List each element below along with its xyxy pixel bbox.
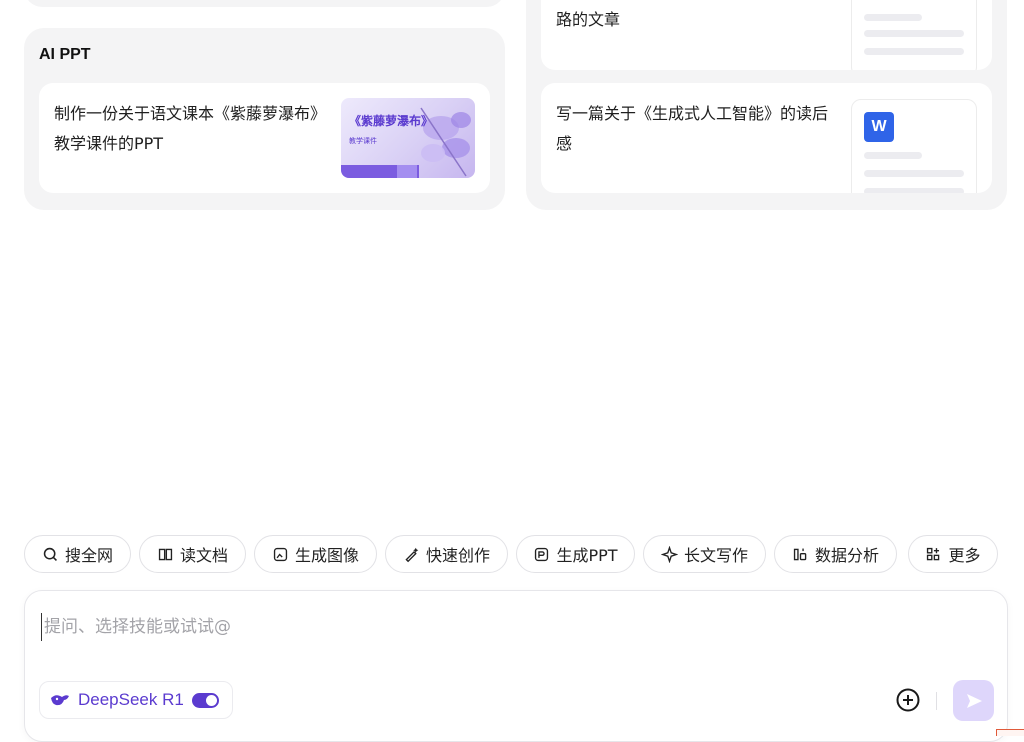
sparkle-icon xyxy=(660,545,678,563)
model-selector[interactable]: DeepSeek R1 xyxy=(39,681,233,719)
chip-quick-create[interactable]: 快速创作 xyxy=(385,535,508,573)
writing-panel: 路的文章 W 写一篇关于《生成式人工智能》的读后感 W xyxy=(526,0,1007,210)
thumb-bar-accent xyxy=(397,165,417,178)
deep-think-toggle[interactable] xyxy=(191,692,219,708)
chip-label: 快速创作 xyxy=(425,546,490,565)
chat-composer: DeepSeek R1 xyxy=(24,590,1008,742)
chip-data-analysis[interactable]: 数据分析 xyxy=(774,535,897,573)
chip-label: 更多 xyxy=(948,546,981,565)
ai-ppt-panel: AI PPT 制作一份关于语文课本《紫藤萝瀑布》教学课件的PPT 《紫藤萝瀑布》… xyxy=(24,28,505,210)
toolbar-divider xyxy=(936,692,937,710)
search-icon xyxy=(43,547,57,561)
chip-more[interactable]: 更多 xyxy=(908,535,998,573)
ppt-thumbnail: 《紫藤萝瀑布》 教学课件 xyxy=(341,98,475,178)
image-gen-icon xyxy=(273,547,288,561)
word-icon: W xyxy=(864,112,894,142)
send-icon xyxy=(966,693,982,708)
thumb-subtitle: 教学课件 xyxy=(349,137,377,145)
doc-line xyxy=(864,30,964,37)
chip-generate-image[interactable]: 生成图像 xyxy=(254,535,377,573)
card-prompt-text: 制作一份关于语文课本《紫藤萝瀑布》教学课件的PPT xyxy=(54,104,319,153)
word-doc-thumbnail: W xyxy=(851,0,977,70)
previous-panel xyxy=(24,0,505,7)
prompt-input[interactable] xyxy=(41,613,946,641)
chip-label: 数据分析 xyxy=(814,546,879,565)
chip-search-web[interactable]: 搜全网 xyxy=(24,535,131,573)
pen-sparkle-icon xyxy=(405,547,419,562)
model-label: DeepSeek R1 xyxy=(78,690,184,709)
chip-label: 搜全网 xyxy=(64,546,113,565)
section-title: AI PPT xyxy=(39,46,91,63)
chip-label: 生成PPT xyxy=(556,546,618,565)
writing-example-card-2[interactable]: 写一篇关于《生成式人工智能》的读后感 W xyxy=(541,83,992,193)
thumb-title: 《紫藤萝瀑布》 xyxy=(349,114,434,128)
doc-line xyxy=(864,170,964,177)
read-doc-icon xyxy=(158,548,173,560)
chip-label: 读文档 xyxy=(179,546,228,565)
chip-long-writing[interactable]: 长文写作 xyxy=(643,535,766,573)
card-prompt-text: 路的文章 xyxy=(556,10,621,29)
writing-example-card-1[interactable]: 路的文章 W xyxy=(541,0,992,70)
send-button[interactable] xyxy=(953,680,994,721)
add-attachment-icon[interactable] xyxy=(895,687,921,713)
ppt-icon xyxy=(535,547,549,561)
chip-label: 生成图像 xyxy=(294,546,359,565)
chart-icon xyxy=(793,548,807,560)
doc-line xyxy=(864,48,964,55)
grid-plus-icon xyxy=(927,547,940,560)
deepseek-whale-icon xyxy=(51,695,69,706)
chip-label: 长文写作 xyxy=(683,546,748,565)
doc-line xyxy=(864,152,922,159)
ppt-example-card[interactable]: 制作一份关于语文课本《紫藤萝瀑布》教学课件的PPT 《紫藤萝瀑布》 教学课件 xyxy=(39,83,490,193)
card-prompt-text: 写一篇关于《生成式人工智能》的读后感 xyxy=(556,104,829,153)
chip-read-doc[interactable]: 读文档 xyxy=(139,535,246,573)
chip-generate-ppt[interactable]: 生成PPT xyxy=(516,535,635,573)
doc-line xyxy=(864,188,964,193)
word-doc-thumbnail: W xyxy=(851,99,977,193)
doc-line xyxy=(864,14,922,21)
